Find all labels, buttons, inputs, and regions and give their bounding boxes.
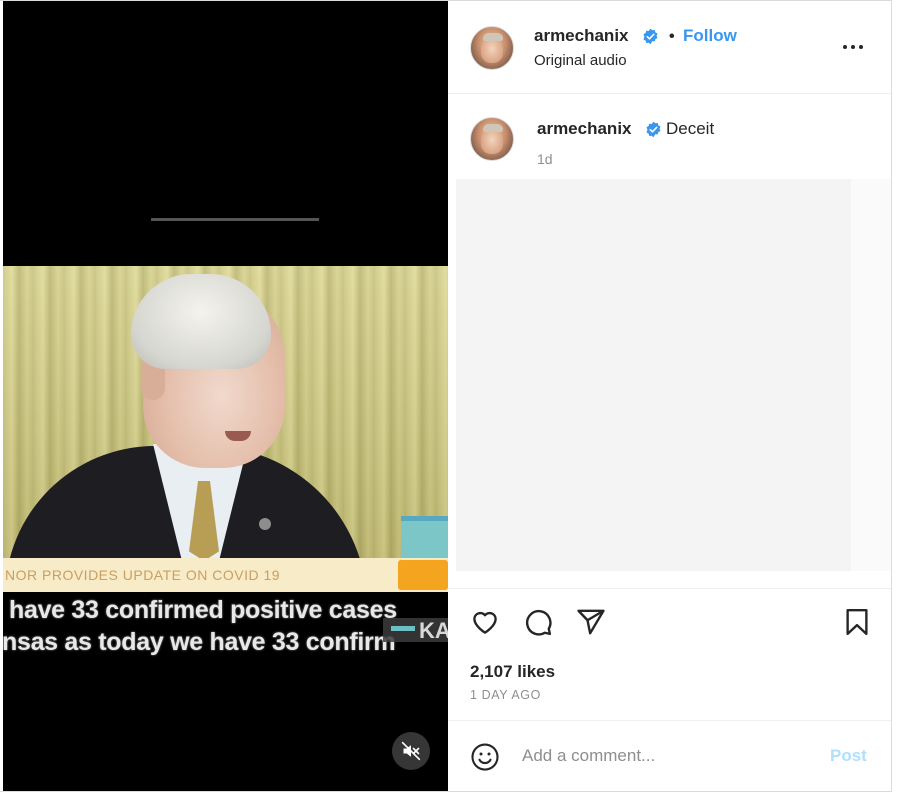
caption-avatar[interactable]	[470, 117, 514, 161]
comment-form: Post	[448, 720, 891, 791]
channel-badge-text: KA	[419, 618, 448, 643]
frame-border-right	[891, 0, 892, 792]
comments-scroll-area	[851, 179, 891, 571]
header-separator: •	[669, 28, 675, 45]
mute-toggle-button[interactable]	[392, 732, 430, 770]
post-comment-button[interactable]: Post	[830, 746, 867, 766]
lapel-pin	[259, 518, 271, 530]
channel-badge: KA	[383, 618, 448, 643]
more-dot	[851, 45, 855, 49]
channel-graphic	[401, 516, 448, 558]
verified-badge-icon	[643, 28, 658, 45]
frame-border-bottom	[0, 791, 892, 792]
author-avatar[interactable]	[470, 26, 514, 70]
comment-button[interactable]	[523, 607, 553, 642]
comments-loading-placeholder	[456, 179, 851, 571]
video-player[interactable]: NOR PROVIDES UPDATE ON COVID 19 have 33 …	[3, 1, 448, 791]
post-header: armechanix • Follow Original audio	[448, 1, 891, 94]
ticker-tag	[398, 560, 448, 590]
smiley-face-icon	[471, 743, 499, 771]
more-options-button[interactable]	[840, 37, 870, 57]
post-date[interactable]: 1 DAY AGO	[470, 688, 541, 702]
author-username[interactable]: armechanix	[534, 26, 629, 46]
channel-badge-bar	[391, 626, 415, 631]
verified-badge-icon	[646, 121, 661, 138]
caption-username[interactable]: armechanix	[537, 119, 632, 139]
comment-input[interactable]	[522, 743, 812, 769]
subtitle-line-2: nsas as today we have 33 confirm	[3, 628, 396, 656]
share-button[interactable]	[576, 607, 606, 642]
audio-link[interactable]: Original audio	[534, 52, 627, 69]
instagram-post: NOR PROVIDES UPDATE ON COVID 19 have 33 …	[0, 0, 900, 799]
speech-bubble-icon	[525, 609, 552, 636]
speaker-hair	[131, 274, 271, 369]
more-dot	[859, 45, 863, 49]
emoji-button[interactable]	[470, 742, 500, 777]
save-button[interactable]	[842, 607, 872, 642]
caption-text: Deceit	[666, 119, 715, 138]
likes-count[interactable]: 2,107 likes	[470, 662, 555, 682]
bookmark-icon	[846, 608, 868, 636]
paper-plane-icon	[577, 609, 605, 635]
follow-button[interactable]: Follow	[683, 26, 737, 46]
post-sidebar: armechanix • Follow Original audio armec…	[448, 1, 891, 791]
divider	[448, 588, 891, 589]
video-artifact	[151, 218, 319, 221]
caption-timestamp[interactable]: 1d	[537, 151, 553, 167]
speaker-muted-icon	[401, 741, 421, 761]
ticker-text: NOR PROVIDES UPDATE ON COVID 19	[5, 567, 281, 583]
more-dot	[843, 45, 847, 49]
video-frame: NOR PROVIDES UPDATE ON COVID 19 have 33 …	[3, 266, 448, 661]
like-button[interactable]	[470, 607, 500, 642]
news-ticker: NOR PROVIDES UPDATE ON COVID 19	[3, 558, 448, 592]
heart-icon	[473, 611, 497, 634]
